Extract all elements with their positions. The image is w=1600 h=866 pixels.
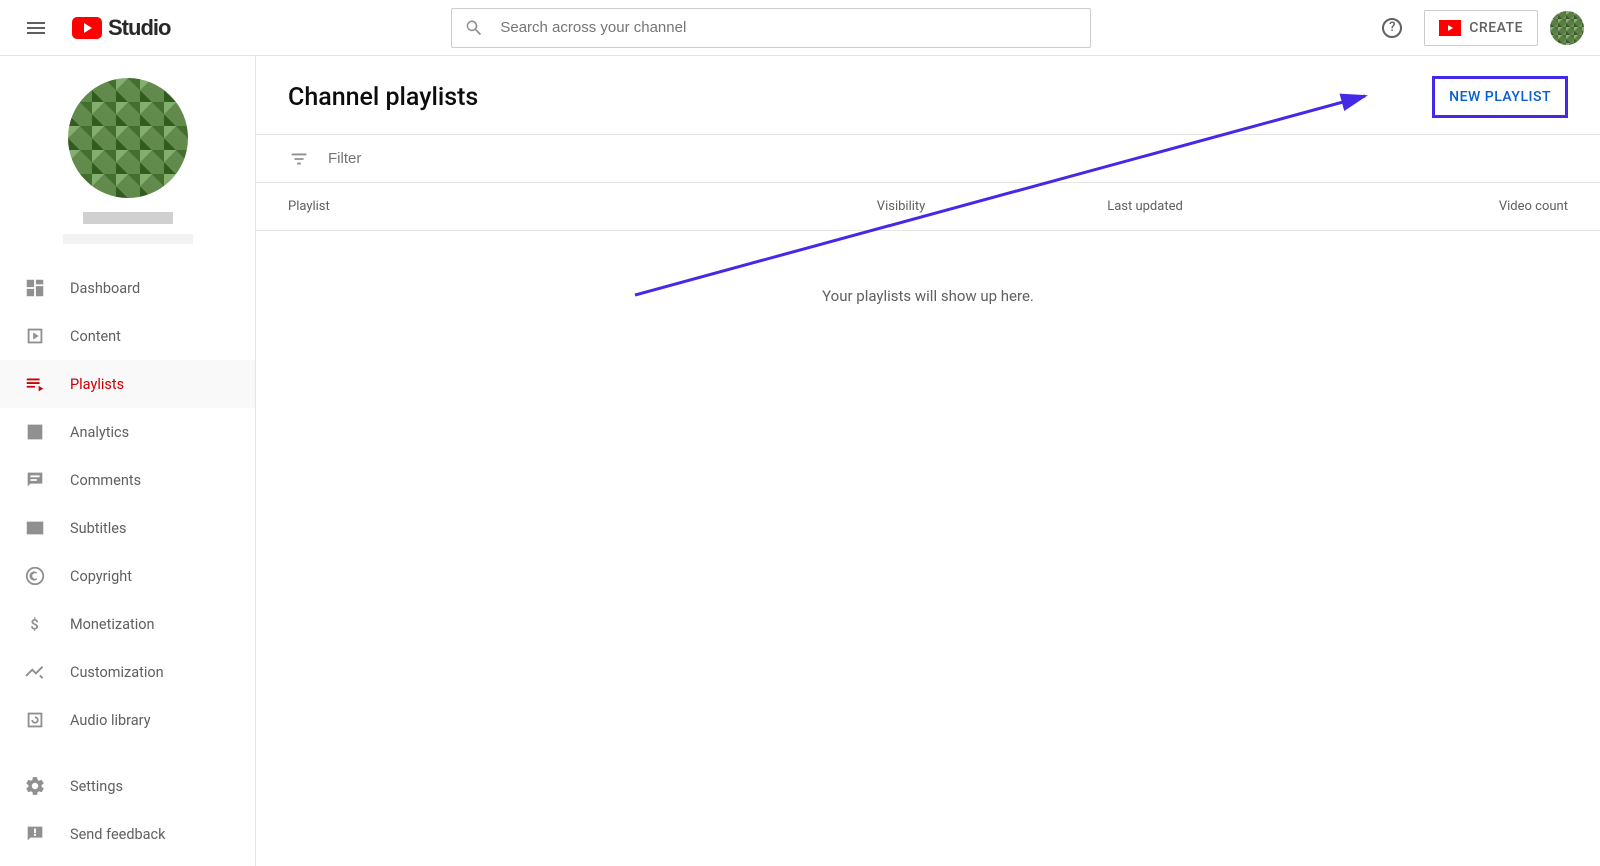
svg-text:$: $ [30,616,38,634]
content-header: Channel playlists NEW PLAYLIST [256,56,1600,135]
page-title: Channel playlists [288,83,478,112]
column-playlist[interactable]: Playlist [288,199,877,214]
filter-input[interactable] [328,150,728,167]
sidebar-item-label: Audio library [70,712,151,729]
sidebar-item-playlists[interactable]: Playlists [0,360,255,408]
playlist-icon [24,373,46,395]
sidebar-item-label: Content [70,328,121,345]
header: Studio ? CREATE [0,0,1600,56]
sidebar-item-label: Analytics [70,424,129,441]
sidebar-item-send-feedback[interactable]: Send feedback [0,810,255,858]
sidebar-item-copyright[interactable]: Copyright [0,552,255,600]
sidebar-item-label: Playlists [70,376,124,393]
channel-avatar [68,78,188,198]
subtitles-icon [24,517,46,539]
sidebar-item-monetization[interactable]: $ Monetization [0,600,255,648]
feedback-icon [24,823,46,845]
column-video-count[interactable]: Video count [1338,199,1568,214]
sidebar-item-audio-library[interactable]: Audio library [0,696,255,744]
sidebar-item-content[interactable]: Content [0,312,255,360]
audio-library-icon [24,709,46,731]
search-box[interactable] [451,8,1091,48]
copyright-icon [24,565,46,587]
create-video-icon [1439,20,1461,36]
column-last-updated[interactable]: Last updated [1107,199,1337,214]
search-icon [464,18,484,38]
channel-name-placeholder [83,212,173,224]
customization-icon [24,661,46,683]
account-avatar[interactable] [1550,11,1584,45]
column-visibility[interactable]: Visibility [877,199,1107,214]
nav-bottom: Settings Send feedback [0,762,255,866]
sidebar-item-dashboard[interactable]: Dashboard [0,264,255,312]
search-input[interactable] [500,19,1078,36]
sidebar: Dashboard Content Playlists Analytics Co [0,56,256,866]
gear-icon [24,775,46,797]
sidebar-item-label: Settings [70,778,123,795]
help-icon: ? [1382,18,1402,38]
sidebar-item-comments[interactable]: Comments [0,456,255,504]
filter-bar [256,135,1600,183]
channel-block[interactable] [0,56,255,264]
menu-button[interactable] [16,8,56,48]
monetization-icon: $ [24,613,46,635]
sidebar-item-label: Comments [70,472,141,489]
create-label: CREATE [1469,20,1523,36]
youtube-icon [72,17,102,39]
hamburger-icon [27,22,45,34]
create-button[interactable]: CREATE [1424,10,1538,46]
sidebar-item-label: Monetization [70,616,155,633]
sidebar-item-settings[interactable]: Settings [0,762,255,810]
sidebar-item-analytics[interactable]: Analytics [0,408,255,456]
channel-desc-placeholder [63,234,193,244]
filter-icon [288,148,310,170]
analytics-icon [24,421,46,443]
dashboard-icon [24,277,46,299]
search-container [186,8,1356,48]
sidebar-item-label: Subtitles [70,520,126,537]
sidebar-item-label: Dashboard [70,280,140,297]
youtube-studio-logo[interactable]: Studio [72,15,170,41]
content-icon [24,325,46,347]
sidebar-item-customization[interactable]: Customization [0,648,255,696]
header-right: ? CREATE [1372,8,1584,48]
nav-items: Dashboard Content Playlists Analytics Co [0,264,255,762]
table-header: Playlist Visibility Last updated Video c… [256,183,1600,231]
main-content: Channel playlists NEW PLAYLIST Playlist … [256,56,1600,866]
empty-state-message: Your playlists will show up here. [256,231,1600,305]
help-button[interactable]: ? [1372,8,1412,48]
sidebar-item-label: Send feedback [70,826,165,843]
comments-icon [24,469,46,491]
sidebar-item-subtitles[interactable]: Subtitles [0,504,255,552]
sidebar-item-label: Copyright [70,568,132,585]
studio-label: Studio [108,15,170,41]
new-playlist-button[interactable]: NEW PLAYLIST [1432,76,1568,118]
sidebar-item-label: Customization [70,664,164,681]
